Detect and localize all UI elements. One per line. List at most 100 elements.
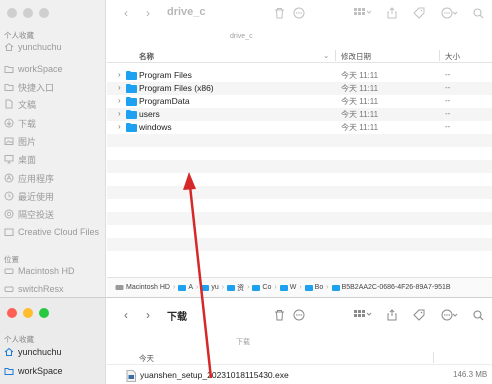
path-crumb-label: A	[188, 284, 193, 291]
path-crumb-label: 资	[237, 284, 245, 292]
path-crumb-label: B5B2AA2C-0686-4F26-89A7-951B	[341, 284, 451, 291]
sidebar-item-label: 最近使用	[18, 191, 55, 202]
home-icon	[4, 42, 14, 52]
disclosure-triangle-icon[interactable]: ›	[118, 70, 121, 79]
sidebar-item-label: 应用程序	[18, 173, 55, 184]
forward-button[interactable]: ›	[141, 307, 155, 323]
forward-button[interactable]: ›	[141, 5, 155, 21]
chevron-right-icon: ›	[146, 6, 150, 20]
view-options-button[interactable]	[352, 307, 374, 323]
sidebar-item-desktop[interactable]: 桌面	[4, 151, 104, 167]
trash-button[interactable]	[272, 307, 286, 323]
empty-row	[107, 147, 492, 160]
file-row[interactable]: › Program Files 今天 11:11 --	[107, 69, 492, 82]
file-row[interactable]: yuanshen_setup_20231018115430.exe 146.3 …	[107, 369, 492, 383]
path-crumb[interactable]: B5B2AA2C-0686-4F26-89A7-951B	[331, 284, 451, 291]
path-crumb[interactable]: A	[178, 284, 193, 291]
more-button[interactable]	[292, 5, 306, 21]
minimize-button[interactable]	[23, 308, 33, 318]
path-crumb[interactable]: 资	[227, 283, 244, 293]
empty-row	[107, 160, 492, 173]
column-divider[interactable]	[439, 50, 440, 61]
exe-file-icon	[126, 370, 136, 382]
sidebar-item-creative-cloud[interactable]: Creative Cloud Files	[4, 224, 104, 240]
window-title: 下载	[167, 312, 187, 323]
sidebar-item-airdrop[interactable]: 隔空投送	[4, 206, 104, 222]
sidebar-item-workspace[interactable]: workSpace	[4, 363, 104, 379]
tag-button[interactable]	[412, 307, 426, 323]
column-modified-header[interactable]: 修改日期	[341, 51, 371, 62]
column-divider[interactable]	[335, 50, 336, 61]
column-divider[interactable]	[433, 352, 434, 363]
column-name-header[interactable]: 名称	[139, 51, 154, 62]
file-list: yuanshen_setup_20231018115430.exe 146.3 …	[107, 369, 492, 383]
folder-icon	[4, 64, 14, 74]
action-menu-button[interactable]	[439, 307, 461, 323]
download-icon	[4, 118, 14, 128]
window-subtitle: 下载	[236, 339, 250, 346]
back-button[interactable]: ‹	[119, 307, 133, 323]
share-button[interactable]	[385, 5, 399, 21]
close-button[interactable]	[7, 8, 17, 18]
sidebar-item-yunchuchu[interactable]: yunchuchu	[4, 39, 104, 55]
sidebar-item-downloads[interactable]: 下载	[4, 115, 104, 131]
search-button[interactable]	[471, 5, 485, 21]
disk-icon	[4, 266, 14, 276]
file-row[interactable]: › users 今天 11:11 --	[107, 108, 492, 121]
tag-icon	[413, 309, 425, 321]
group-label: 今天	[139, 354, 154, 363]
path-crumb[interactable]: Macintosh HD	[115, 284, 170, 291]
zoom-button[interactable]	[39, 308, 49, 318]
file-name: yuanshen_setup_20231018115430.exe	[140, 370, 289, 380]
view-options-button[interactable]	[352, 5, 374, 21]
sidebar-item-macintosh-hd[interactable]: Macintosh HD	[4, 263, 104, 279]
action-menu-button[interactable]	[439, 5, 461, 21]
minimize-button[interactable]	[23, 8, 33, 18]
disclosure-triangle-icon[interactable]: ›	[118, 122, 121, 131]
path-crumb[interactable]: Bo	[304, 284, 323, 291]
column-size-header[interactable]: 大小	[445, 51, 460, 62]
search-button[interactable]	[471, 307, 485, 323]
folder-icon	[331, 284, 340, 291]
sidebar-item-label: Creative Cloud Files	[18, 227, 100, 237]
trash-button[interactable]	[272, 5, 286, 21]
path-crumb[interactable]: yu	[201, 284, 219, 291]
sidebar-item-workspace[interactable]: workSpace	[4, 61, 104, 77]
path-crumb[interactable]: W	[279, 284, 297, 291]
folder-icon	[4, 366, 14, 376]
empty-row	[107, 251, 492, 264]
close-button[interactable]	[7, 308, 17, 318]
sidebar-item-label: 隔空投送	[18, 209, 55, 220]
sidebar-item-switchresx[interactable]: switchResx	[4, 281, 104, 297]
sidebar-item-yunchuchu[interactable]: yunchuchu	[4, 344, 104, 360]
path-crumb[interactable]: Co	[252, 284, 271, 291]
path-crumb-label: Macintosh HD	[126, 284, 170, 291]
sidebar-item-shortcuts[interactable]: 快捷入口	[4, 79, 104, 95]
path-separator-icon: ›	[274, 284, 277, 291]
sidebar-item-applications[interactable]: 应用程序	[4, 170, 104, 186]
path-separator-icon: ›	[326, 284, 329, 291]
folder-icon	[227, 284, 236, 291]
disclosure-triangle-icon[interactable]: ›	[118, 96, 121, 105]
disclosure-triangle-icon[interactable]: ›	[118, 109, 121, 118]
file-row[interactable]: › Program Files (x86) 今天 11:11 --	[107, 82, 492, 95]
path-separator-icon: ›	[221, 284, 225, 291]
zoom-button[interactable]	[39, 8, 49, 18]
file-row[interactable]: › windows 今天 11:11 --	[107, 121, 492, 134]
share-button[interactable]	[385, 307, 399, 323]
disclosure-triangle-icon[interactable]: ›	[118, 83, 121, 92]
window-controls	[7, 308, 49, 318]
sidebar-item-recents[interactable]: 最近使用	[4, 188, 104, 204]
chevron-left-icon: ‹	[124, 6, 128, 20]
path-separator-icon: ›	[247, 284, 250, 291]
sidebar-item-documents[interactable]: 文稿	[4, 96, 104, 112]
sidebar-item-label: 文稿	[18, 99, 37, 110]
folder-icon	[4, 82, 14, 92]
path-crumb-label: W	[289, 284, 297, 291]
file-row[interactable]: › ProgramData 今天 11:11 --	[107, 95, 492, 108]
tag-button[interactable]	[412, 5, 426, 21]
ellipsis-circle-icon	[441, 7, 458, 19]
back-button[interactable]: ‹	[119, 5, 133, 21]
sidebar-item-pictures[interactable]: 图片	[4, 133, 104, 149]
more-button[interactable]	[292, 307, 306, 323]
